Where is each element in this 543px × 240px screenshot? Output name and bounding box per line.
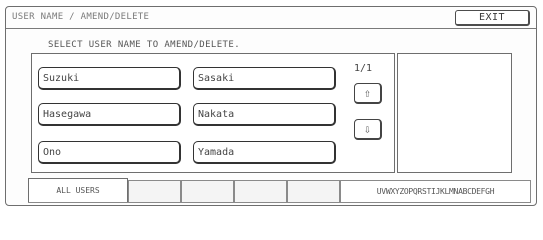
user-button-3[interactable]: Hasegawa (38, 103, 181, 126)
page-counter: 1/1 (354, 63, 373, 74)
tab-index-2[interactable] (128, 180, 181, 202)
window-title: USER NAME / AMEND/DELETE (12, 12, 150, 22)
right-panel (397, 53, 512, 173)
user-button-5[interactable]: Ono (38, 141, 181, 164)
tab-alphabet[interactable]: UVWXYZOPQRSTIJKLMNABCDEFGH (340, 180, 531, 202)
tab-index-3[interactable] (181, 180, 234, 202)
user-button-1[interactable]: Suzuki (38, 67, 181, 90)
exit-button[interactable]: EXIT (455, 10, 530, 26)
scroll-down-button[interactable]: ⇩ (354, 119, 382, 140)
tab-index-5[interactable] (287, 180, 340, 202)
title-divider (6, 28, 536, 29)
user-button-4[interactable]: Nakata (193, 103, 336, 126)
instruction-text: SELECT USER NAME TO AMEND/DELETE. (48, 40, 241, 50)
tab-all-users[interactable]: ALL USERS (28, 178, 128, 202)
scroll-up-button[interactable]: ⇧ (354, 83, 382, 104)
user-button-6[interactable]: Yamada (193, 141, 336, 164)
arrow-down-icon: ⇩ (363, 122, 372, 136)
tab-index-4[interactable] (234, 180, 287, 202)
user-button-2[interactable]: Sasaki (193, 67, 336, 90)
arrow-up-icon: ⇧ (363, 86, 372, 100)
tab-baseline (28, 202, 531, 203)
